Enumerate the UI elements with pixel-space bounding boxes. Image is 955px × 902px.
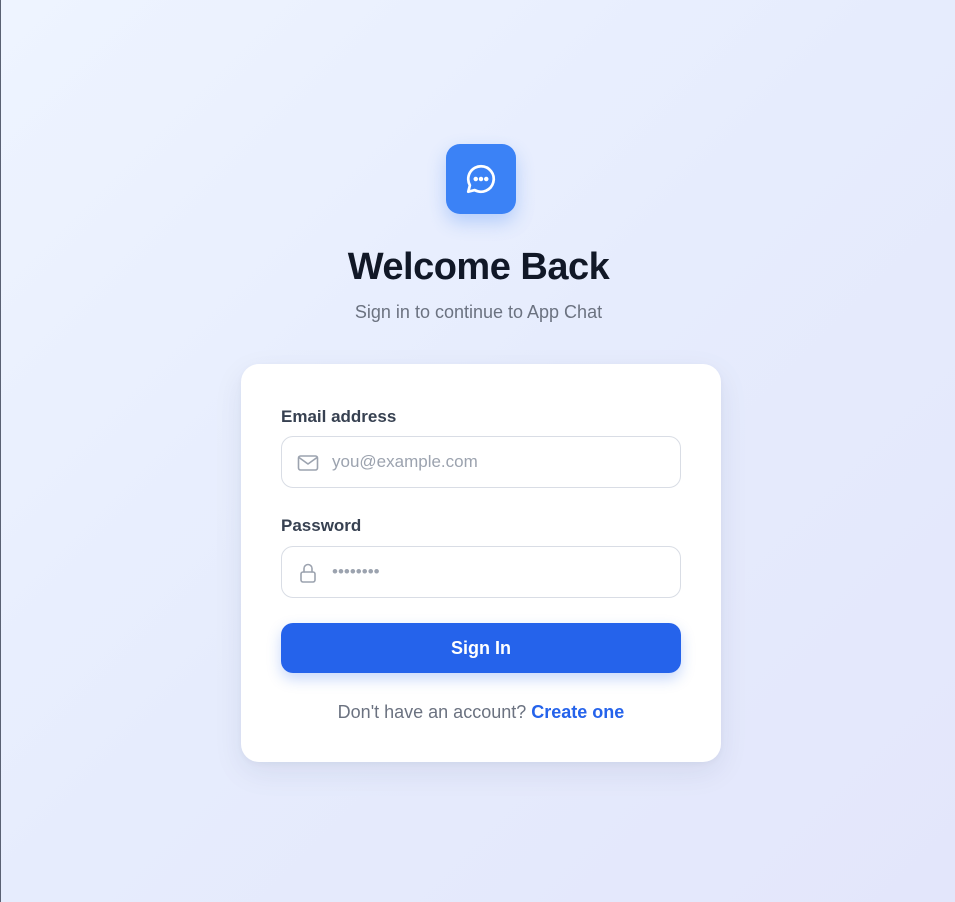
app-logo [446,144,516,214]
page-title: Welcome Back [347,246,610,288]
password-label: Password [281,516,362,535]
email-field-wrapper[interactable] [281,436,681,488]
lock-icon [300,563,316,583]
signup-prompt: Don't have an account? Create one [241,702,721,723]
sign-in-button[interactable]: Sign In [281,623,681,673]
create-account-link[interactable]: Create one [531,702,624,722]
mail-icon [297,455,319,471]
email-label: Email address [281,407,397,426]
email-input[interactable] [332,437,672,487]
password-input[interactable] [332,547,672,597]
signup-prompt-text: Don't have an account? [337,702,527,722]
page-subtitle: Sign in to continue to App Chat [354,302,603,322]
login-card: Email address Password Sign In Don't hav… [241,364,721,762]
password-field-wrapper[interactable] [281,546,681,598]
chat-bubble-icon [466,164,496,194]
